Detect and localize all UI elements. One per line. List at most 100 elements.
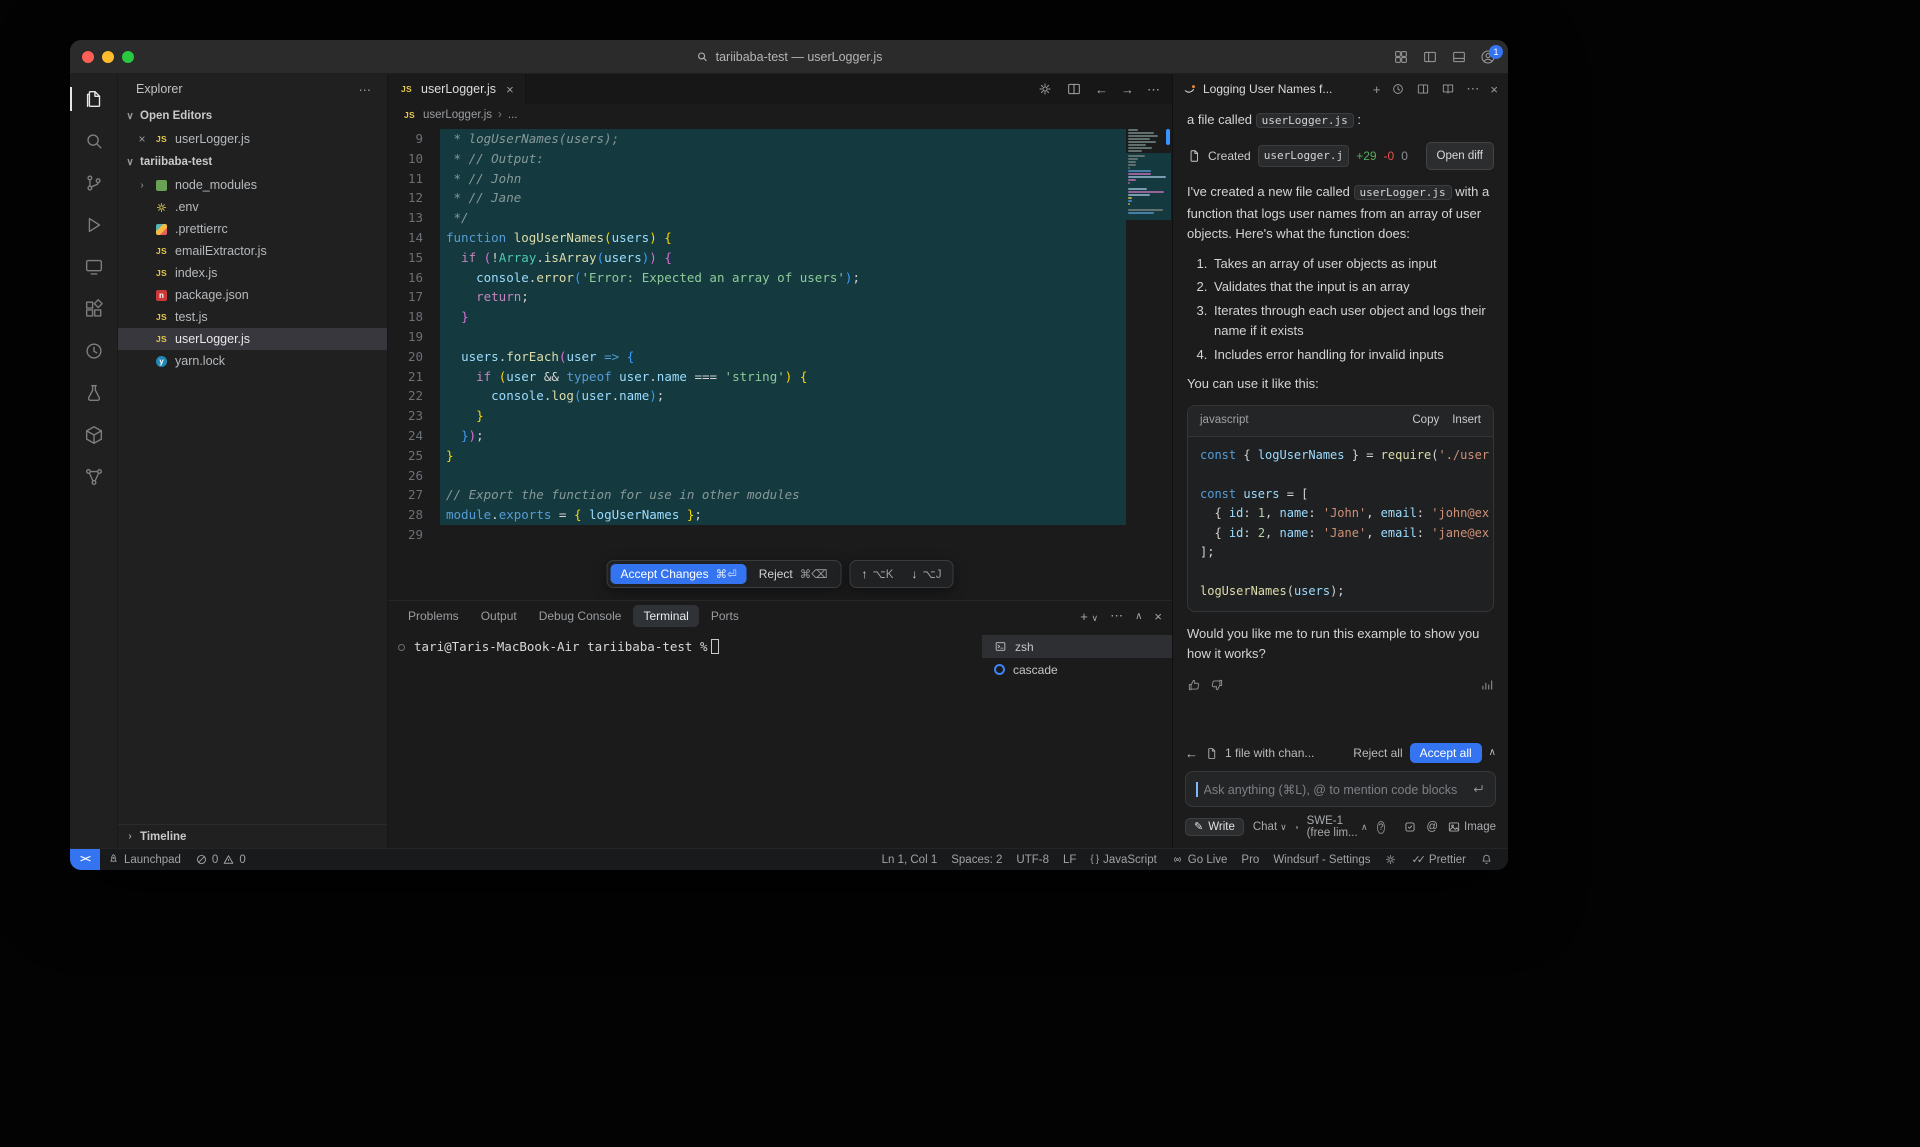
close-panel-icon[interactable]: ×: [1154, 609, 1162, 624]
open-diff-button[interactable]: Open diff: [1426, 142, 1494, 171]
encoding-item[interactable]: UTF-8: [1009, 849, 1056, 870]
attach-image-button[interactable]: Image: [1447, 820, 1496, 834]
activity-item-search[interactable]: [70, 120, 118, 162]
file-row-test.js[interactable]: JStest.js: [118, 306, 387, 328]
help-icon[interactable]: ?: [1377, 821, 1386, 834]
file-row-index.js[interactable]: JSindex.js: [118, 262, 387, 284]
activity-item-source-control[interactable]: [70, 162, 118, 204]
code-editor[interactable]: 9 * logUserNames(users);10 * // Output:1…: [388, 126, 1172, 600]
terminal-session-cascade[interactable]: cascade: [982, 658, 1172, 681]
editor-scrollbar[interactable]: [1166, 129, 1170, 145]
thumbs-down-icon[interactable]: [1210, 678, 1224, 692]
panel-tab-debug-console[interactable]: Debug Console: [529, 605, 632, 627]
cursor-position-item[interactable]: Ln 1, Col 1: [875, 849, 945, 870]
more-actions-icon[interactable]: ⋯: [1147, 83, 1160, 96]
problems-item[interactable]: 0 0: [188, 849, 253, 870]
code-line-17[interactable]: 17 return;: [388, 287, 1126, 307]
file-row-node_modules[interactable]: ›node_modules: [118, 174, 387, 196]
zoom-window-button[interactable]: [122, 51, 134, 63]
file-row-yarn.lock[interactable]: yyarn.lock: [118, 350, 387, 372]
accept-changes-button[interactable]: Accept Changes ⌘⏎: [611, 564, 747, 584]
code-line-13[interactable]: 13 */: [388, 208, 1126, 228]
usage-stats-icon[interactable]: [1480, 678, 1494, 692]
activity-item-packages[interactable]: [70, 414, 118, 456]
send-icon[interactable]: [1471, 782, 1485, 796]
code-line-27[interactable]: 27// Export the function for use in othe…: [388, 485, 1126, 505]
inline-code-chip[interactable]: userLogger.js: [1354, 185, 1452, 200]
code-line-22[interactable]: 22 console.log(user.name);: [388, 386, 1126, 406]
reject-all-button[interactable]: Reject all: [1353, 746, 1402, 760]
activity-item-workflows[interactable]: [70, 456, 118, 498]
panel-tab-ports[interactable]: Ports: [701, 605, 749, 627]
activity-item-remote-explorer[interactable]: [70, 246, 118, 288]
write-mode-button[interactable]: ✎ Write: [1185, 818, 1244, 836]
copy-code-button[interactable]: Copy: [1412, 410, 1439, 431]
tab-userlogger[interactable]: JS userLogger.js ×: [388, 74, 526, 104]
changed-file-chip[interactable]: userLogger.j: [1258, 145, 1349, 168]
language-item[interactable]: { }JavaScript: [1083, 849, 1163, 870]
code-line-11[interactable]: 11 * // John: [388, 169, 1126, 189]
docs-icon[interactable]: [1441, 82, 1455, 96]
expand-review-icon[interactable]: ∧: [1489, 748, 1496, 758]
code-line-23[interactable]: 23 }: [388, 406, 1126, 426]
file-row-userLogger.js[interactable]: JSuserLogger.js: [118, 328, 387, 350]
code-line-25[interactable]: 25}: [388, 446, 1126, 466]
toggle-sidebar-icon[interactable]: [1422, 49, 1438, 65]
file-row-package.json[interactable]: npackage.json: [118, 284, 387, 306]
activity-item-history[interactable]: [70, 330, 118, 372]
code-line-28[interactable]: 28module.exports = { logUserNames };: [388, 505, 1126, 525]
timeline-section[interactable]: › Timeline: [118, 824, 387, 848]
close-window-button[interactable]: [82, 51, 94, 63]
accept-all-button[interactable]: Accept all: [1410, 743, 1482, 763]
open-in-editor-icon[interactable]: [1416, 82, 1430, 96]
code-line-26[interactable]: 26: [388, 466, 1126, 486]
terminal-session-zsh[interactable]: zsh: [982, 635, 1172, 658]
go-live-item[interactable]: Go Live: [1164, 849, 1235, 870]
remote-indicator[interactable]: ><: [70, 849, 100, 870]
code-line-16[interactable]: 16 console.error('Error: Expected an arr…: [388, 268, 1126, 288]
navigate-back-icon[interactable]: ←: [1095, 83, 1108, 96]
account-menu[interactable]: 1: [1480, 49, 1496, 65]
tasks-icon[interactable]: [1403, 820, 1417, 834]
activity-item-extensions[interactable]: [70, 288, 118, 330]
file-row-.prettierrc[interactable]: .prettierrc: [118, 218, 387, 240]
code-block-body[interactable]: const { logUserNames } = require('./user…: [1188, 437, 1493, 611]
open-editors-section[interactable]: ∨ Open Editors: [118, 104, 387, 128]
model-selector[interactable]: SWE-1 (free lim... ∧: [1307, 815, 1368, 839]
code-line-12[interactable]: 12 * // Jane: [388, 188, 1126, 208]
minimap[interactable]: [1126, 126, 1172, 600]
gear-icon[interactable]: [1037, 81, 1053, 97]
code-line-9[interactable]: 9 * logUserNames(users);: [388, 129, 1126, 149]
prettier-item[interactable]: ✓✓Prettier: [1404, 849, 1473, 870]
indentation-item[interactable]: Spaces: 2: [944, 849, 1009, 870]
files-changed-label[interactable]: 1 file with chan...: [1225, 746, 1346, 760]
code-line-10[interactable]: 10 * // Output:: [388, 149, 1126, 169]
next-change-button[interactable]: ↓ ⌥J: [903, 564, 949, 584]
code-line-29[interactable]: 29: [388, 525, 1126, 545]
prev-change-button[interactable]: ↑ ⌥K: [854, 564, 902, 584]
maximize-panel-icon[interactable]: ∧: [1135, 611, 1142, 622]
code-line-20[interactable]: 20 users.forEach(user => {: [388, 347, 1126, 367]
code-line-21[interactable]: 21 if (user && typeof user.name === 'str…: [388, 367, 1126, 387]
inline-code-chip[interactable]: userLogger.js: [1256, 113, 1354, 128]
new-terminal-icon[interactable]: + ∨: [1080, 609, 1098, 624]
launchpad-item[interactable]: Launchpad: [100, 849, 188, 870]
code-line-24[interactable]: 24 });: [388, 426, 1126, 446]
insert-code-button[interactable]: Insert: [1452, 410, 1481, 431]
panel-tab-terminal[interactable]: Terminal: [633, 605, 698, 627]
split-editor-icon[interactable]: [1066, 81, 1082, 97]
reject-changes-button[interactable]: Reject ⌘⌫: [749, 564, 838, 584]
chat-mode-button[interactable]: Chat ∨: [1253, 821, 1287, 833]
close-cascade-icon[interactable]: ×: [1490, 82, 1498, 97]
settings-gear-item[interactable]: [1377, 849, 1404, 870]
history-icon[interactable]: [1391, 82, 1405, 96]
sidebar-more-icon[interactable]: ⋯: [359, 82, 372, 97]
code-line-14[interactable]: 14function logUserNames(users) {: [388, 228, 1126, 248]
eol-item[interactable]: LF: [1056, 849, 1083, 870]
panel-more-icon[interactable]: ⋯: [1110, 608, 1123, 624]
activity-item-testing[interactable]: [70, 372, 118, 414]
cascade-more-icon[interactable]: ⋯: [1466, 81, 1479, 97]
activity-item-run-debug[interactable]: [70, 204, 118, 246]
root-folder-section[interactable]: ∨ tariibaba-test: [118, 150, 387, 174]
mention-icon[interactable]: @: [1426, 821, 1438, 833]
